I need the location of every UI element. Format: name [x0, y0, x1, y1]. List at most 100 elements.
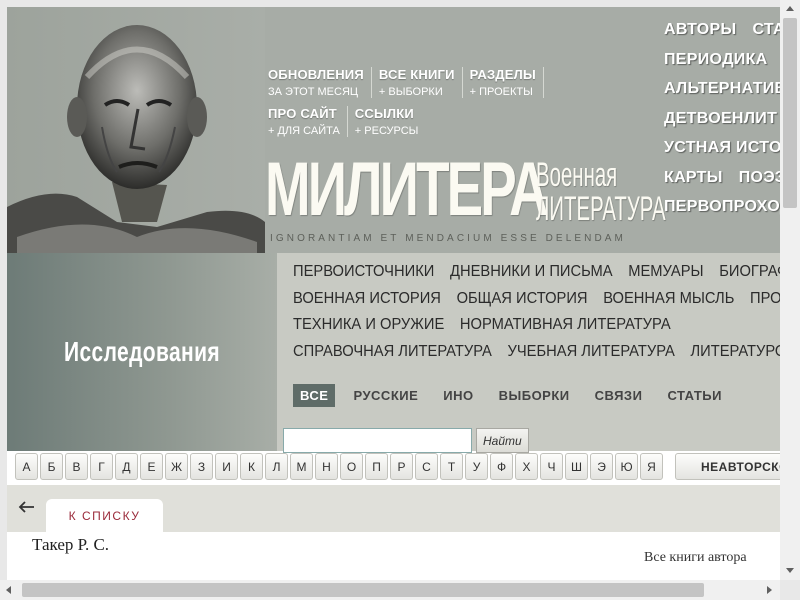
right-menu-row: УСТНАЯ ИСТОРИЯ: [664, 139, 780, 169]
alphabet-index: АБВГДЕЖЗИКЛМНОПРСТУФХЧШЭЮЯ НЕАВТОРСКОЕ: [15, 453, 780, 480]
author-name: Такер Р. С.: [32, 535, 110, 554]
alphabet-letter[interactable]: Л: [265, 453, 288, 480]
alphabet-letter[interactable]: Т: [440, 453, 463, 480]
alphabet-letter[interactable]: А: [15, 453, 38, 480]
alphabet-letter[interactable]: И: [215, 453, 238, 480]
category-link[interactable]: ПРОЗА: [750, 290, 780, 307]
category-link[interactable]: ВОЕННАЯ МЫСЛЬ: [603, 290, 734, 307]
alphabet-letter[interactable]: Г: [90, 453, 113, 480]
nav-links[interactable]: ССЫЛКИ + РЕСУРСЫ: [355, 106, 426, 137]
category-link[interactable]: УЧЕБНАЯ ЛИТЕРАТУРА: [507, 343, 674, 360]
back-arrow-icon[interactable]: [17, 497, 37, 517]
menu-children-lit[interactable]: ДЕТВОЕНЛИТ: [664, 110, 777, 127]
nav-all-books-label[interactable]: ВСЕ КНИГИ: [379, 67, 455, 82]
alphabet-letter[interactable]: Ш: [565, 453, 588, 480]
right-menu: АВТОРЫ СТАТЬИ ПЕРИОДИКА АЛЬТЕРНАТИВНАЯ ДЕ…: [664, 21, 780, 228]
content-area: Такер Р. С. Все книги автора: [7, 532, 780, 580]
nav-updates-label[interactable]: ОБНОВЛЕНИЯ: [268, 67, 364, 82]
alphabet-letter[interactable]: Ч: [540, 453, 563, 480]
category-link[interactable]: ЛИТЕРАТУРОВЕДЕНИЕ: [690, 343, 780, 360]
category-link[interactable]: ОБЩАЯ ИСТОРИЯ: [457, 290, 588, 307]
menu-maps[interactable]: КАРТЫ: [664, 169, 723, 186]
category-area: ПЕРВОИСТОЧНИКИ ДНЕВНИКИ И ПИСЬМА МЕМУАРЫ БИ…: [277, 253, 780, 453]
alphabet-non-author[interactable]: НЕАВТОРСКОЕ: [675, 453, 780, 480]
search-button[interactable]: Найти: [476, 428, 529, 453]
nav-all-books-sub[interactable]: + ВЫБОРКИ: [379, 86, 455, 98]
alphabet-letter[interactable]: Ф: [490, 453, 513, 480]
category-link[interactable]: НОРМАТИВНАЯ ЛИТЕРАТУРА: [460, 316, 671, 333]
portrait-image: [7, 7, 265, 253]
filter-links[interactable]: СВЯЗИ: [588, 384, 650, 407]
filter-all[interactable]: ВСЕ: [293, 384, 336, 407]
alphabet-letter[interactable]: З: [190, 453, 213, 480]
alphabet-letter[interactable]: Х: [515, 453, 538, 480]
menu-articles[interactable]: СТАТЬИ: [752, 21, 780, 38]
vertical-scroll-thumb[interactable]: [783, 18, 797, 208]
alphabet-letter[interactable]: Ж: [165, 453, 188, 480]
right-menu-row: ПЕРИОДИКА: [664, 51, 780, 81]
nav-links-sub[interactable]: + РЕСУРСЫ: [355, 125, 419, 137]
alphabet-letter[interactable]: У: [465, 453, 488, 480]
filter-russian[interactable]: РУССКИЕ: [346, 384, 425, 407]
alphabet-letter[interactable]: Б: [40, 453, 63, 480]
alphabet-letter[interactable]: Н: [315, 453, 338, 480]
alphabet-letter[interactable]: В: [65, 453, 88, 480]
nav-links-label[interactable]: ССЫЛКИ: [355, 106, 419, 121]
nav-about-sub[interactable]: + ДЛЯ САЙТА: [268, 125, 340, 137]
all-books-link[interactable]: Все книги автора: [644, 550, 747, 566]
logo-motto: IGNORANTIAM ET MENDACIUM ESSE DELENDAM: [270, 233, 626, 244]
logo-title: МИЛИТЕРА: [265, 147, 549, 232]
filter-foreign[interactable]: ИНО: [436, 384, 480, 407]
nav-about[interactable]: ПРО САЙТ + ДЛЯ САЙТА: [268, 106, 348, 137]
alphabet-letter[interactable]: К: [240, 453, 263, 480]
category-row: СПРАВОЧНАЯ ЛИТЕРАТУРА УЧЕБНАЯ ЛИТЕРАТУРА Л…: [293, 343, 780, 370]
alphabet-letter[interactable]: Я: [640, 453, 663, 480]
alphabet-letter[interactable]: Е: [140, 453, 163, 480]
alphabet-letter[interactable]: Д: [115, 453, 138, 480]
menu-poetry[interactable]: ПОЭЗИЯ: [739, 169, 780, 186]
scroll-up-arrow-icon[interactable]: [786, 6, 794, 11]
category-link[interactable]: СПРАВОЧНАЯ ЛИТЕРАТУРА: [293, 343, 492, 360]
alphabet-letter[interactable]: Ю: [615, 453, 638, 480]
nav-updates[interactable]: ОБНОВЛЕНИЯ ЗА ЭТОТ МЕСЯЦ: [268, 67, 372, 98]
scroll-right-arrow-icon[interactable]: [767, 586, 772, 594]
category-link[interactable]: ТЕХНИКА И ОРУЖИЕ: [293, 316, 444, 333]
alphabet-letter[interactable]: Р: [390, 453, 413, 480]
tab-bar: К СПИСКУ: [7, 485, 780, 532]
nav-all-books[interactable]: ВСЕ КНИГИ + ВЫБОРКИ: [379, 67, 463, 98]
nav-about-label[interactable]: ПРО САЙТ: [268, 106, 340, 121]
category-link[interactable]: ВОЕННАЯ ИСТОРИЯ: [293, 290, 441, 307]
menu-pioneering[interactable]: ПЕРВОПРОХОДЧЕСТВО: [664, 198, 780, 215]
menu-periodicals[interactable]: ПЕРИОДИКА: [664, 51, 768, 68]
alphabet-letter[interactable]: С: [415, 453, 438, 480]
scroll-down-arrow-icon[interactable]: [786, 568, 794, 573]
search-input[interactable]: [283, 428, 472, 453]
menu-oral-history[interactable]: УСТНАЯ ИСТОРИЯ: [664, 139, 780, 156]
scroll-left-arrow-icon[interactable]: [6, 586, 11, 594]
nav-sections-label[interactable]: РАЗДЕЛЫ: [470, 67, 536, 82]
category-link[interactable]: МЕМУАРЫ: [628, 263, 703, 280]
alphabet-letter[interactable]: Э: [590, 453, 613, 480]
horizontal-scrollbar[interactable]: [0, 580, 780, 600]
category-link[interactable]: ПЕРВОИСТОЧНИКИ: [293, 263, 434, 280]
filter-articles[interactable]: СТАТЬИ: [660, 384, 729, 407]
alphabet-letter[interactable]: М: [290, 453, 313, 480]
logo-subtitle: Военная литература: [536, 158, 666, 226]
nav-sections-sub[interactable]: + ПРОЕКТЫ: [470, 86, 536, 98]
menu-authors[interactable]: АВТОРЫ: [664, 21, 736, 38]
page-viewport: ОБНОВЛЕНИЯ ЗА ЭТОТ МЕСЯЦ ВСЕ КНИГИ + ВЫБ…: [7, 7, 780, 580]
search-form: Найти: [283, 428, 529, 453]
site-logo[interactable]: МИЛИТЕРА Военная литература IGNORANTIAM …: [265, 147, 666, 246]
nav-updates-sub[interactable]: ЗА ЭТОТ МЕСЯЦ: [268, 86, 364, 98]
alphabet-letter[interactable]: О: [340, 453, 363, 480]
nav-sections[interactable]: РАЗДЕЛЫ + ПРОЕКТЫ: [470, 67, 544, 98]
menu-alternative[interactable]: АЛЬТЕРНАТИВНАЯ: [664, 80, 780, 97]
category-link[interactable]: ДНЕВНИКИ И ПИСЬМА: [450, 263, 613, 280]
filter-selections[interactable]: ВЫБОРКИ: [492, 384, 577, 407]
right-menu-row: ПЕРВОПРОХОДЧЕСТВО: [664, 198, 780, 228]
tab-to-list[interactable]: К СПИСКУ: [46, 499, 163, 532]
category-link[interactable]: БИОГРАФИИ: [719, 263, 780, 280]
alphabet-letter[interactable]: П: [365, 453, 388, 480]
vertical-scrollbar[interactable]: [780, 0, 800, 580]
horizontal-scroll-thumb[interactable]: [22, 583, 704, 597]
